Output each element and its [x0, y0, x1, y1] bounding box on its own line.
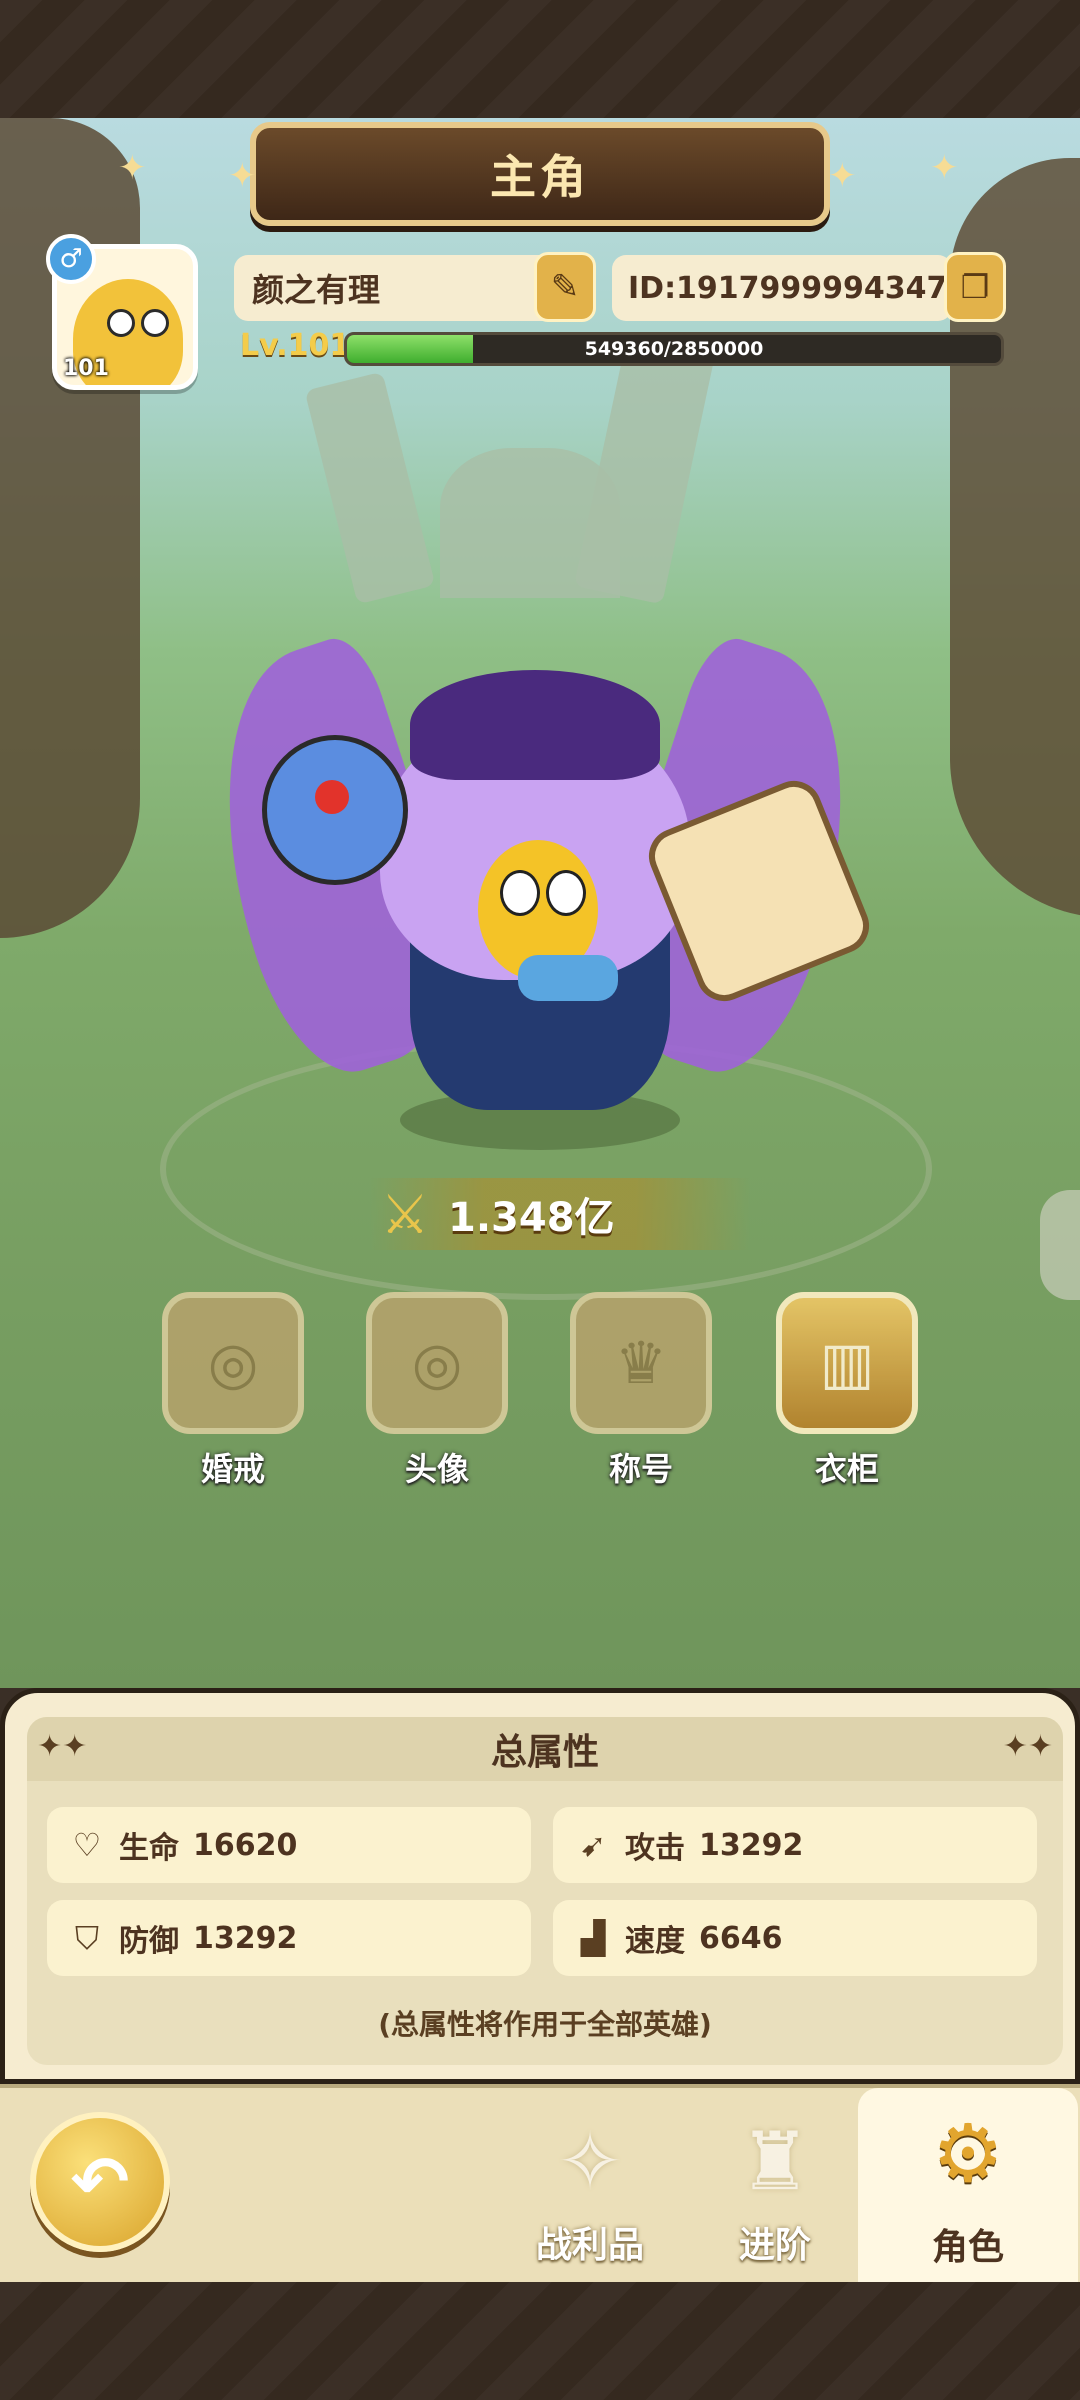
nav-loot-label: 战利品	[535, 2225, 644, 2266]
feature-avatar-label: 头像	[404, 1450, 469, 1488]
exp-progress-text: 549360/2850000	[584, 338, 764, 360]
bottom-nav: ↶ ✧ 战利品 ♜ 进阶 ⚙ 角色	[0, 2084, 1080, 2286]
sparkle-icon: ✦✦	[1002, 1729, 1053, 1764]
page-title-banner: 主角	[250, 122, 830, 226]
attributes-note: (总属性将作用于全部英雄)	[378, 2008, 712, 2041]
stat-speed-value: 6646	[699, 1920, 783, 1956]
feature-wardrobe-label: 衣柜	[814, 1450, 879, 1488]
attack-icon: ➹	[579, 1826, 607, 1864]
player-id: ID:1917999994347	[612, 255, 952, 321]
nav-advance[interactable]: ♜ 进阶	[690, 2106, 860, 2276]
feature-title[interactable]: ♛ 称号	[570, 1292, 712, 1490]
hill	[440, 448, 620, 598]
stat-defense: ⛉ 防御 13292	[47, 1900, 531, 1976]
feature-wardrobe[interactable]: ▥ 衣柜	[776, 1292, 918, 1490]
combat-power: ⚔ 1.348亿	[370, 1178, 750, 1250]
feature-avatar[interactable]: ◎ 头像	[366, 1292, 508, 1490]
feature-ring[interactable]: ◎ 婚戒	[162, 1292, 304, 1490]
attributes-panel: 总属性 ✦✦ ✦✦ ♡ 生命 16620 ➹ 攻击 13292 ⛉ 防御 132…	[0, 1688, 1080, 2084]
stat-hp: ♡ 生命 16620	[47, 1807, 531, 1883]
exp-progress-bar: 549360/2850000	[344, 332, 1004, 366]
feature-title-label: 称号	[608, 1450, 673, 1488]
clown-nose	[315, 780, 349, 814]
nav-advance-label: 进阶	[738, 2225, 811, 2266]
stat-attack: ➹ 攻击 13292	[553, 1807, 1037, 1883]
stat-hp-value: 16620	[193, 1827, 298, 1863]
avatar-eye	[141, 309, 169, 337]
bottom-frame	[0, 2282, 1080, 2400]
copy-icon: ❐	[960, 268, 990, 306]
stat-speed: ▟ 速度 6646	[553, 1900, 1037, 1976]
stat-attack-name: 攻击	[625, 1831, 685, 1866]
clown-balloon	[262, 735, 408, 885]
heart-icon: ♡	[72, 1826, 102, 1864]
nav-character[interactable]: ⚙ 角色	[858, 2088, 1078, 2286]
side-expand-tab[interactable]	[1040, 1190, 1080, 1300]
boot-icon: ▟	[580, 1919, 606, 1957]
attributes-panel-inner: 总属性 ✦✦ ✦✦ ♡ 生命 16620 ➹ 攻击 13292 ⛉ 防御 132…	[27, 1717, 1063, 2065]
sparkle-icon: ✦	[828, 156, 857, 196]
sparkle-icon: ✦	[118, 148, 147, 188]
character-eye	[500, 870, 540, 916]
combat-power-value: 1.348亿	[448, 1195, 615, 1241]
male-gender-icon: ♂	[46, 234, 96, 284]
stat-hp-name: 生命	[119, 1831, 179, 1866]
feature-ring-label: 婚戒	[200, 1450, 265, 1488]
character-icon: ⚙	[932, 2106, 1004, 2200]
copy-id-button[interactable]: ❐	[944, 252, 1006, 322]
attributes-title: 总属性	[27, 1717, 1063, 1781]
back-arrow-icon: ↶	[70, 2141, 130, 2223]
sparkle-icon: ✦	[228, 156, 257, 196]
top-frame	[0, 0, 1080, 118]
loot-icon: ✧	[556, 2114, 624, 2208]
sparkle-icon: ✦	[930, 148, 959, 188]
stat-attack-value: 13292	[699, 1827, 804, 1863]
rock-pillar	[304, 371, 436, 605]
character-bow	[518, 955, 618, 1001]
nav-loot[interactable]: ✧ 战利品	[505, 2106, 675, 2276]
character-eye	[546, 870, 586, 916]
stat-defense-value: 13292	[193, 1920, 298, 1956]
crown-icon: ♛	[570, 1292, 712, 1434]
avatar-eye	[107, 309, 135, 337]
page-title: 主角	[490, 150, 590, 204]
sparkle-icon: ✦✦	[37, 1729, 88, 1764]
advance-icon: ♜	[739, 2114, 811, 2208]
level-label: Lv.101	[240, 328, 351, 363]
sword-emblem-icon: ⚔	[380, 1182, 430, 1246]
attributes-title-text: 总属性	[490, 1732, 599, 1773]
avatar-level-badge: 101	[63, 356, 109, 381]
nav-character-label: 角色	[931, 2227, 1004, 2268]
shield-icon: ⛉	[74, 1918, 99, 1957]
avatar-frame-icon: ◎	[366, 1292, 508, 1434]
wardrobe-icon: ▥	[776, 1292, 918, 1434]
pencil-icon: ✎	[550, 267, 580, 307]
back-button[interactable]: ↶	[30, 2112, 170, 2252]
edit-name-button[interactable]: ✎	[534, 252, 596, 322]
ring-icon: ◎	[162, 1292, 304, 1434]
stat-defense-name: 防御	[119, 1924, 179, 1959]
character-hat	[410, 670, 660, 780]
stat-speed-name: 速度	[625, 1924, 685, 1959]
